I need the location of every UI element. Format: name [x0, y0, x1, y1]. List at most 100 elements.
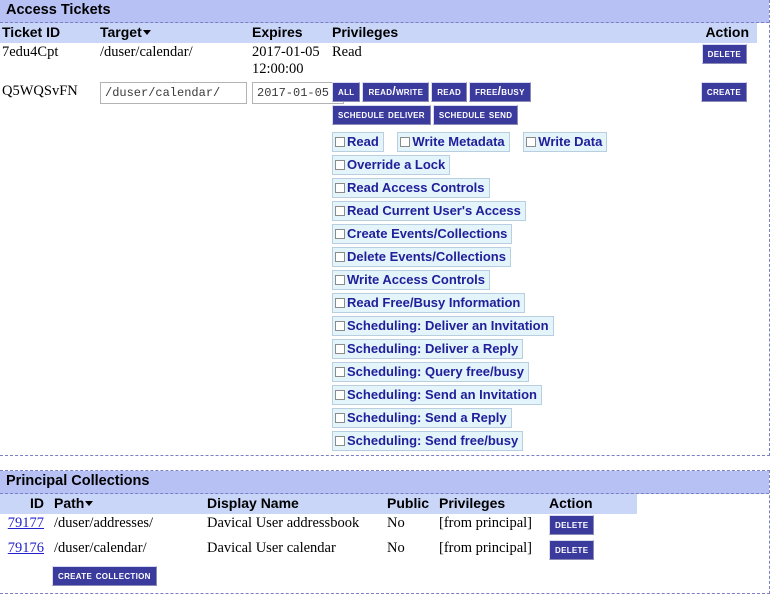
- ticket-target-cell: /duser/calendar/: [100, 44, 193, 60]
- preset-all-button[interactable]: All: [332, 82, 361, 102]
- table-row: 79176 /duser/calendar/ Davical User cale…: [0, 539, 757, 564]
- privilege-label: Read Current User's Access: [347, 203, 521, 218]
- column-header-path[interactable]: Path: [52, 494, 205, 514]
- checkbox-icon[interactable]: [335, 436, 345, 446]
- page-root: Access Tickets Ticket ID Target Expires …: [0, 0, 770, 594]
- preset-read-write-button[interactable]: Read/Write: [362, 82, 430, 102]
- ticket-privileges-cell: Read: [332, 44, 362, 60]
- column-header-collection-privileges-label: Privileges: [439, 495, 506, 511]
- column-header-target[interactable]: Target: [98, 23, 250, 43]
- privilege-checkbox-write-data[interactable]: Write Data: [523, 132, 608, 152]
- collection-filler-cell: [637, 514, 757, 539]
- checkbox-icon[interactable]: [335, 229, 345, 239]
- section-gap: [0, 456, 770, 470]
- new-ticket-action-cell: Create: [670, 79, 757, 455]
- checkbox-icon[interactable]: [400, 137, 411, 147]
- preset-read-button[interactable]: Read: [431, 82, 468, 102]
- privilege-checkbox-scheduling-query-free-busy[interactable]: Scheduling: Query free/busy: [332, 362, 529, 382]
- privilege-checkbox-scheduling-deliver-a-reply[interactable]: Scheduling: Deliver a Reply: [332, 339, 524, 359]
- privilege-checkbox-read[interactable]: Read: [332, 132, 384, 152]
- collection-action-cell: Delete: [547, 539, 637, 564]
- checkbox-icon[interactable]: [526, 137, 537, 147]
- privilege-checkbox-scheduling-send-a-reply[interactable]: Scheduling: Send a Reply: [332, 408, 512, 428]
- collection-display-name-cell: Davical User addressbook: [207, 515, 360, 531]
- privilege-checkbox-row: Scheduling: Send free/busy: [332, 431, 666, 451]
- collection-id-cell: 79177: [0, 514, 52, 539]
- column-header-target-label: Target: [100, 24, 142, 40]
- checkbox-icon[interactable]: [335, 275, 345, 285]
- privilege-checkbox-row: Write Access Controls: [332, 270, 666, 290]
- checkbox-icon[interactable]: [335, 137, 345, 147]
- collection-action-cell: Delete: [547, 514, 637, 539]
- collection-id-link[interactable]: 79177: [8, 515, 44, 531]
- checkbox-icon[interactable]: [335, 321, 345, 331]
- create-collection-row: Create Collection: [0, 564, 769, 593]
- privilege-checkbox-delete-events-collections[interactable]: Delete Events/Collections: [332, 247, 511, 267]
- delete-collection-button[interactable]: Delete: [549, 540, 595, 560]
- privilege-checkbox-row: Delete Events/Collections: [332, 247, 666, 267]
- privilege-checkbox-read-free-busy-information[interactable]: Read Free/Busy Information: [332, 293, 526, 313]
- privilege-checkbox-scheduling-send-an-invitation[interactable]: Scheduling: Send an Invitation: [332, 385, 542, 405]
- principal-collections-section: Principal Collections ID Path Display Na…: [0, 470, 770, 594]
- privilege-preset-buttons: All Read/Write Read Free/Busy Schedule Deli…: [332, 82, 666, 128]
- privilege-label: Scheduling: Query free/busy: [347, 364, 524, 379]
- ticket-expires-input[interactable]: [252, 82, 344, 104]
- create-collection-button[interactable]: Create Collection: [52, 566, 157, 586]
- checkbox-icon[interactable]: [335, 160, 345, 170]
- privilege-checkbox-write-metadata[interactable]: Write Metadata: [397, 132, 510, 152]
- column-header-public-label: Public: [387, 495, 430, 511]
- privilege-checkbox-scheduling-deliver-an-invitation[interactable]: Scheduling: Deliver an Invitation: [332, 316, 554, 336]
- privilege-checkbox-row: Scheduling: Send an Invitation: [332, 385, 666, 405]
- checkbox-icon[interactable]: [335, 367, 345, 377]
- privilege-checkbox-row: Read Write Metadata Write Data: [332, 132, 666, 152]
- checkbox-icon[interactable]: [335, 206, 345, 216]
- preset-free-busy-button[interactable]: Free/Busy: [469, 82, 531, 102]
- checkbox-icon[interactable]: [335, 413, 345, 423]
- checkbox-icon[interactable]: [335, 390, 345, 400]
- preset-schedule-send-button[interactable]: Schedule Send: [432, 105, 519, 125]
- create-ticket-button[interactable]: Create: [700, 82, 747, 102]
- privilege-label: Scheduling: Deliver a Reply: [347, 341, 519, 356]
- table-row: Q5WQSvFN AllRead/WriteReadFree/Busy Sche…: [0, 79, 757, 455]
- checkbox-icon[interactable]: [335, 344, 345, 354]
- privilege-label: Scheduling: Send free/busy: [347, 433, 519, 448]
- column-header-privileges-label: Privileges: [332, 24, 399, 40]
- principal-collections-header-row: ID Path Display Name Public Privileges A…: [0, 494, 757, 514]
- collection-path-cell: /duser/calendar/: [54, 540, 147, 556]
- privilege-checkbox-create-events-collections[interactable]: Create Events/Collections: [332, 224, 513, 244]
- delete-ticket-button[interactable]: Delete: [701, 44, 747, 64]
- column-header-action-label: Action: [705, 24, 749, 40]
- checkbox-icon[interactable]: [335, 183, 345, 193]
- privilege-checkbox-row: Read Current User's Access: [332, 201, 666, 221]
- access-tickets-table: Ticket ID Target Expires Privileges Acti…: [0, 23, 757, 455]
- column-header-public[interactable]: Public: [385, 494, 437, 514]
- checkbox-icon[interactable]: [335, 298, 345, 308]
- privilege-checkbox-row: Read Access Controls: [332, 178, 666, 198]
- privilege-label: Write Data: [538, 134, 603, 149]
- new-ticket-privileges-cell: All Read/Write Read Free/Busy Schedule Deli…: [330, 79, 670, 455]
- privilege-checkbox-scheduling-send-free-busy[interactable]: Scheduling: Send free/busy: [332, 431, 524, 451]
- privilege-checkbox-write-access-controls[interactable]: Write Access Controls: [332, 270, 490, 290]
- privilege-label: Override a Lock: [347, 157, 446, 172]
- column-header-display-name[interactable]: Display Name: [205, 494, 385, 514]
- delete-collection-button[interactable]: Delete: [549, 515, 595, 535]
- privilege-checkbox-read-access-controls[interactable]: Read Access Controls: [332, 178, 490, 198]
- privilege-checkbox-list: Read Write Metadata Write Data Override …: [332, 132, 666, 451]
- column-header-collection-privileges: Privileges: [437, 494, 547, 514]
- column-header-id-label: ID: [30, 495, 44, 511]
- column-header-collection-action: Action: [547, 494, 637, 514]
- collection-id-link[interactable]: 79176: [8, 540, 44, 556]
- table-row: 79177 /duser/addresses/ Davical User add…: [0, 514, 757, 539]
- privilege-checkbox-read-current-users-access[interactable]: Read Current User's Access: [332, 201, 526, 221]
- column-header-expires-label: Expires: [252, 24, 303, 40]
- new-ticket-expires-cell: [250, 79, 344, 455]
- column-header-expires[interactable]: Expires: [250, 23, 330, 43]
- collection-filler-cell: [637, 539, 757, 564]
- privilege-checkbox-override-a-lock[interactable]: Override a Lock: [332, 155, 451, 175]
- new-ticket-target-cell: [98, 79, 250, 455]
- checkbox-icon[interactable]: [335, 252, 345, 262]
- ticket-target-input[interactable]: [100, 82, 247, 104]
- privilege-label: Scheduling: Send a Reply: [347, 410, 507, 425]
- preset-schedule-deliver-button[interactable]: Schedule Deliver: [332, 105, 431, 125]
- sort-descending-icon: [85, 501, 94, 507]
